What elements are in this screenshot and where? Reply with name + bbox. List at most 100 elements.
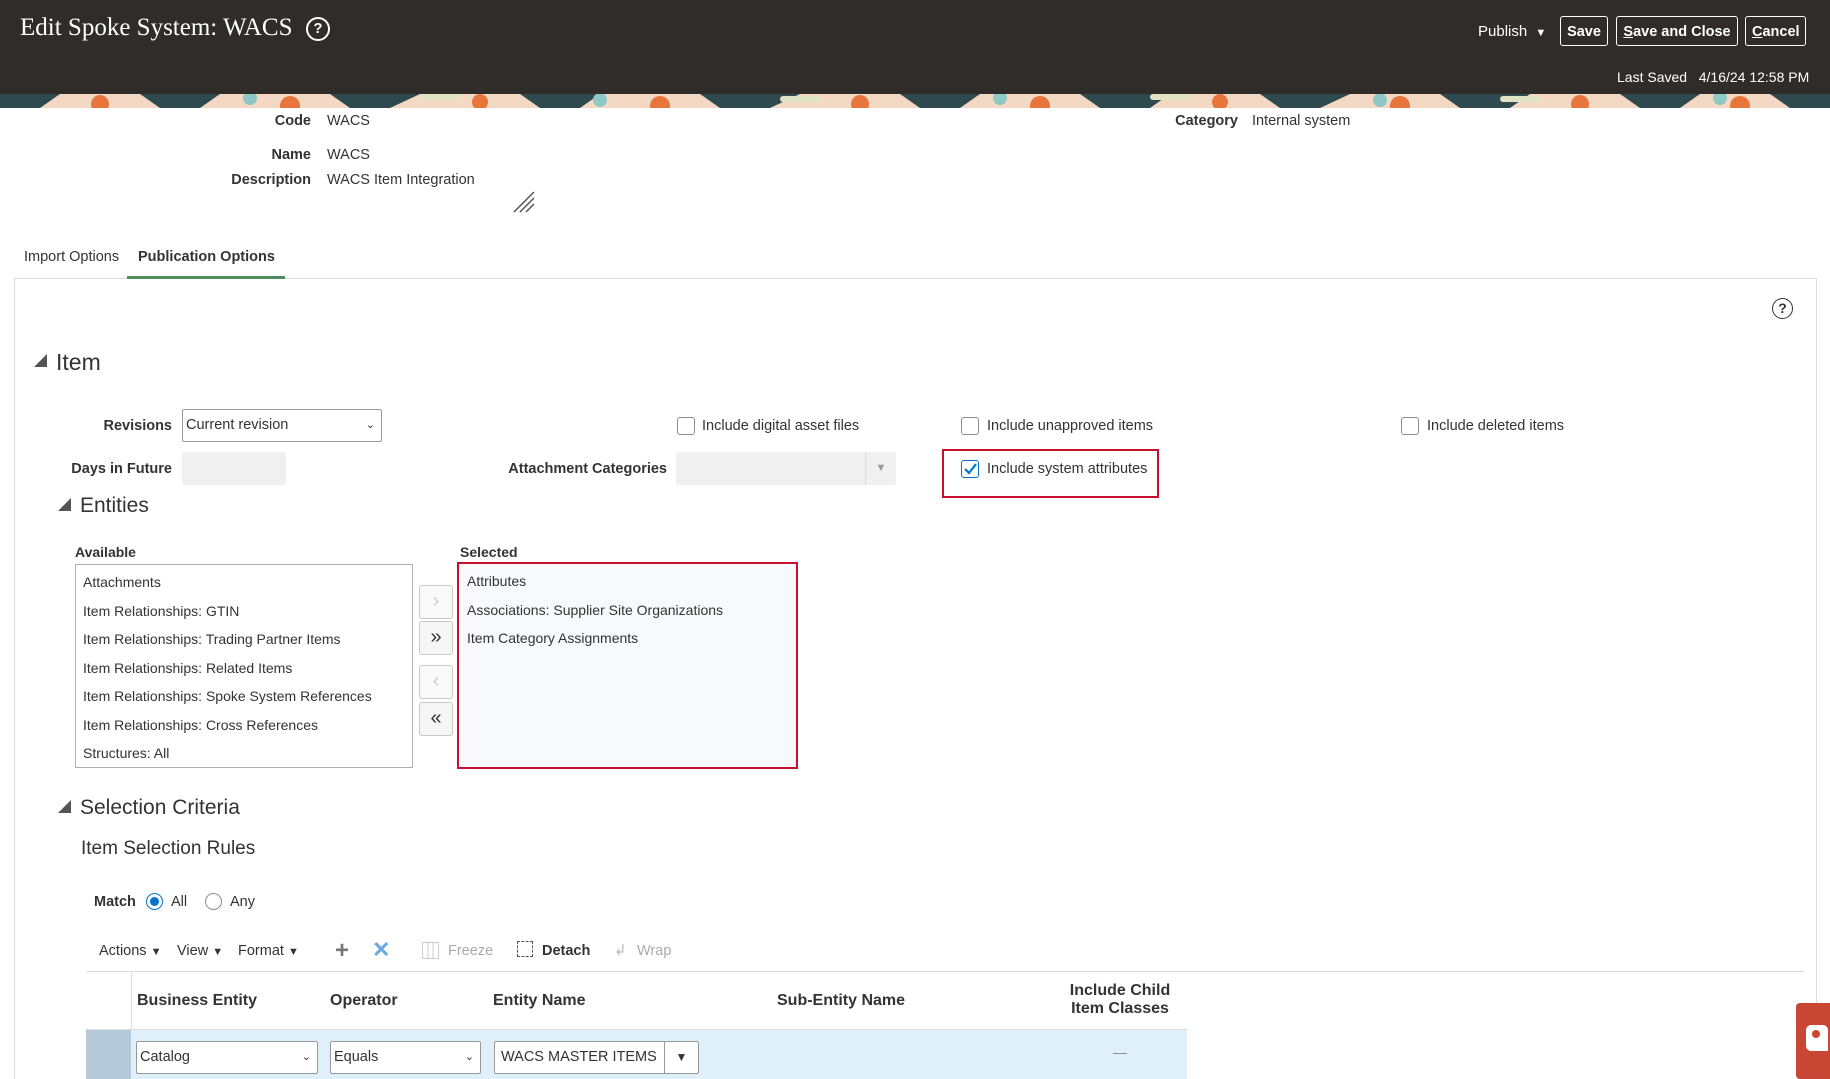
available-label: Available — [75, 544, 136, 560]
revisions-label: Revisions — [103, 418, 173, 434]
save-label: Save — [1567, 24, 1601, 40]
move-left-button[interactable]: ‹ — [419, 665, 453, 699]
publish-menu-button[interactable]: Publish ▼ — [1478, 23, 1546, 40]
system-attributes-label: Include system attributes — [987, 461, 1148, 477]
dropdown-arrow-icon: ▼ — [865, 452, 896, 485]
entities-section-title: Entities — [80, 494, 149, 517]
code-label: Code — [274, 113, 311, 129]
include-child-value: — — [1113, 1044, 1127, 1060]
tab-publication-options[interactable]: Publication Options — [138, 249, 275, 265]
format-label: Format — [238, 943, 284, 959]
chevron-down-icon: ▼ — [212, 946, 224, 958]
save-button[interactable]: Save — [1560, 16, 1608, 46]
column-header-entity-name[interactable]: Entity Name — [493, 992, 585, 1010]
view-label: View — [177, 943, 209, 959]
feedback-widget[interactable] — [1796, 1003, 1830, 1079]
column-header-business-entity[interactable]: Business Entity — [137, 992, 257, 1010]
revisions-select[interactable]: Current revision ⌄ — [182, 409, 382, 442]
unapproved-items-label: Include unapproved items — [987, 418, 1154, 434]
list-item[interactable]: Item Relationships: Related Items — [76, 654, 412, 683]
deleted-items-label: Include deleted items — [1427, 418, 1565, 434]
item-selection-rules-title: Item Selection Rules — [81, 838, 256, 859]
save-close-label: ave and Close — [1633, 24, 1731, 40]
actions-label: Actions — [99, 943, 147, 959]
business-entity-select[interactable]: Catalog ⌄ — [136, 1041, 318, 1074]
chevron-down-icon: ⌄ — [365, 419, 375, 431]
detach-button[interactable]: Detach — [542, 943, 590, 959]
match-label: Match — [94, 894, 136, 910]
help-icon[interactable]: ? — [306, 17, 330, 41]
last-saved-value: 4/16/24 12:58 PM — [1698, 69, 1810, 85]
operator-value: Equals — [334, 1049, 379, 1065]
wrap-button[interactable]: Wrap — [637, 943, 671, 959]
collapse-entities-icon[interactable] — [58, 498, 71, 511]
chevron-down-icon: ▼ — [287, 946, 299, 958]
panel-help-icon[interactable]: ? — [1772, 298, 1793, 319]
move-all-right-button[interactable]: » — [419, 621, 453, 655]
resize-handle-icon[interactable] — [512, 190, 536, 214]
chat-icon — [1806, 1025, 1828, 1051]
list-item[interactable]: Structures: All — [76, 739, 412, 768]
business-entity-value: Catalog — [140, 1049, 190, 1065]
page-header: Edit Spoke System: WACS ? Publish ▼ Save… — [0, 0, 1830, 94]
save-close-accel: S — [1623, 24, 1634, 40]
match-all-radio[interactable] — [146, 893, 163, 910]
category-value: Internal system — [1252, 113, 1351, 129]
match-any-label: Any — [230, 894, 255, 910]
list-item[interactable]: Item Relationships: Trading Partner Item… — [76, 625, 412, 654]
decorative-banner — [0, 94, 1830, 108]
digital-asset-checkbox[interactable] — [677, 417, 695, 435]
move-all-left-button[interactable]: « — [419, 702, 453, 736]
view-menu[interactable]: View ▼ — [177, 943, 223, 959]
chevron-down-icon: ▼ — [150, 946, 162, 958]
publish-label: Publish — [1478, 23, 1528, 40]
digital-asset-label: Include digital asset files — [702, 418, 860, 434]
attachment-categories-select[interactable]: ▼ — [676, 452, 896, 485]
cancel-label: ancel — [1762, 24, 1800, 40]
selection-criteria-title: Selection Criteria — [80, 796, 240, 819]
entity-name-combobox[interactable]: WACS MASTER ITEMS ▼ — [494, 1041, 699, 1074]
chevron-down-icon: ⌄ — [301, 1051, 311, 1063]
wrap-icon: ↲ — [614, 942, 627, 959]
format-menu[interactable]: Format ▼ — [238, 943, 299, 959]
unapproved-items-checkbox[interactable] — [961, 417, 979, 435]
chevron-down-icon: ▼ — [1535, 27, 1547, 39]
page-title: Edit Spoke System: WACS — [20, 14, 293, 41]
attachment-categories-label: Attachment Categories — [508, 461, 667, 477]
save-and-close-button[interactable]: Save and Close — [1616, 16, 1738, 46]
tab-import-options[interactable]: Import Options — [24, 249, 119, 265]
selected-label: Selected — [460, 544, 518, 560]
include-child-line1: Include Child — [1069, 982, 1171, 999]
deleted-items-checkbox[interactable] — [1401, 417, 1419, 435]
actions-menu[interactable]: Actions ▼ — [99, 943, 161, 959]
list-item[interactable]: Attachments — [76, 568, 412, 597]
column-header-include-child[interactable]: Include Child Item Classes — [1060, 982, 1180, 1018]
available-list[interactable]: Attachments Item Relationships: GTIN Ite… — [75, 564, 413, 768]
list-item[interactable]: Item Relationships: Spoke System Referen… — [76, 682, 412, 711]
revisions-value: Current revision — [186, 417, 289, 433]
days-in-future-input[interactable] — [182, 452, 286, 485]
freeze-button[interactable]: Freeze — [448, 943, 493, 959]
item-section-title: Item — [56, 349, 101, 375]
column-header-operator[interactable]: Operator — [330, 992, 398, 1010]
match-any-radio[interactable] — [205, 893, 222, 910]
row-selector[interactable] — [86, 1030, 131, 1079]
delete-row-icon[interactable]: ✕ — [372, 938, 390, 962]
collapse-selection-criteria-icon[interactable] — [58, 800, 71, 813]
name-label: Name — [271, 147, 312, 163]
freeze-icon — [422, 942, 439, 959]
list-item[interactable]: Item Relationships: Cross References — [76, 711, 412, 740]
cancel-button[interactable]: Cancel — [1745, 16, 1806, 46]
move-right-button[interactable]: › — [419, 585, 453, 619]
system-attributes-checkbox[interactable] — [961, 460, 979, 478]
checkmark-icon — [964, 463, 977, 475]
column-header-sub-entity-name[interactable]: Sub-Entity Name — [777, 992, 905, 1010]
description-value: WACS Item Integration — [327, 172, 475, 188]
dropdown-arrow-icon[interactable]: ▼ — [664, 1042, 698, 1073]
operator-select[interactable]: Equals ⌄ — [330, 1041, 481, 1074]
list-item[interactable]: Item Relationships: GTIN — [76, 597, 412, 626]
add-row-icon[interactable]: + — [335, 939, 349, 963]
description-label: Description — [231, 172, 311, 188]
table-row[interactable]: Catalog ⌄ Equals ⌄ WACS MASTER ITEMS ▼ — — [86, 1030, 1187, 1079]
collapse-item-icon[interactable] — [34, 354, 47, 367]
